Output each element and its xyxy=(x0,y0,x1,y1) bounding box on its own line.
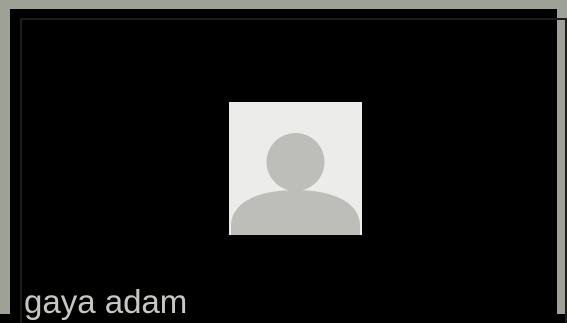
default-user-silhouette-icon xyxy=(229,102,362,235)
participant-avatar xyxy=(229,102,362,235)
participant-video-tile[interactable]: gaya adam xyxy=(0,0,567,323)
participant-name-label: gaya adam xyxy=(24,283,188,320)
